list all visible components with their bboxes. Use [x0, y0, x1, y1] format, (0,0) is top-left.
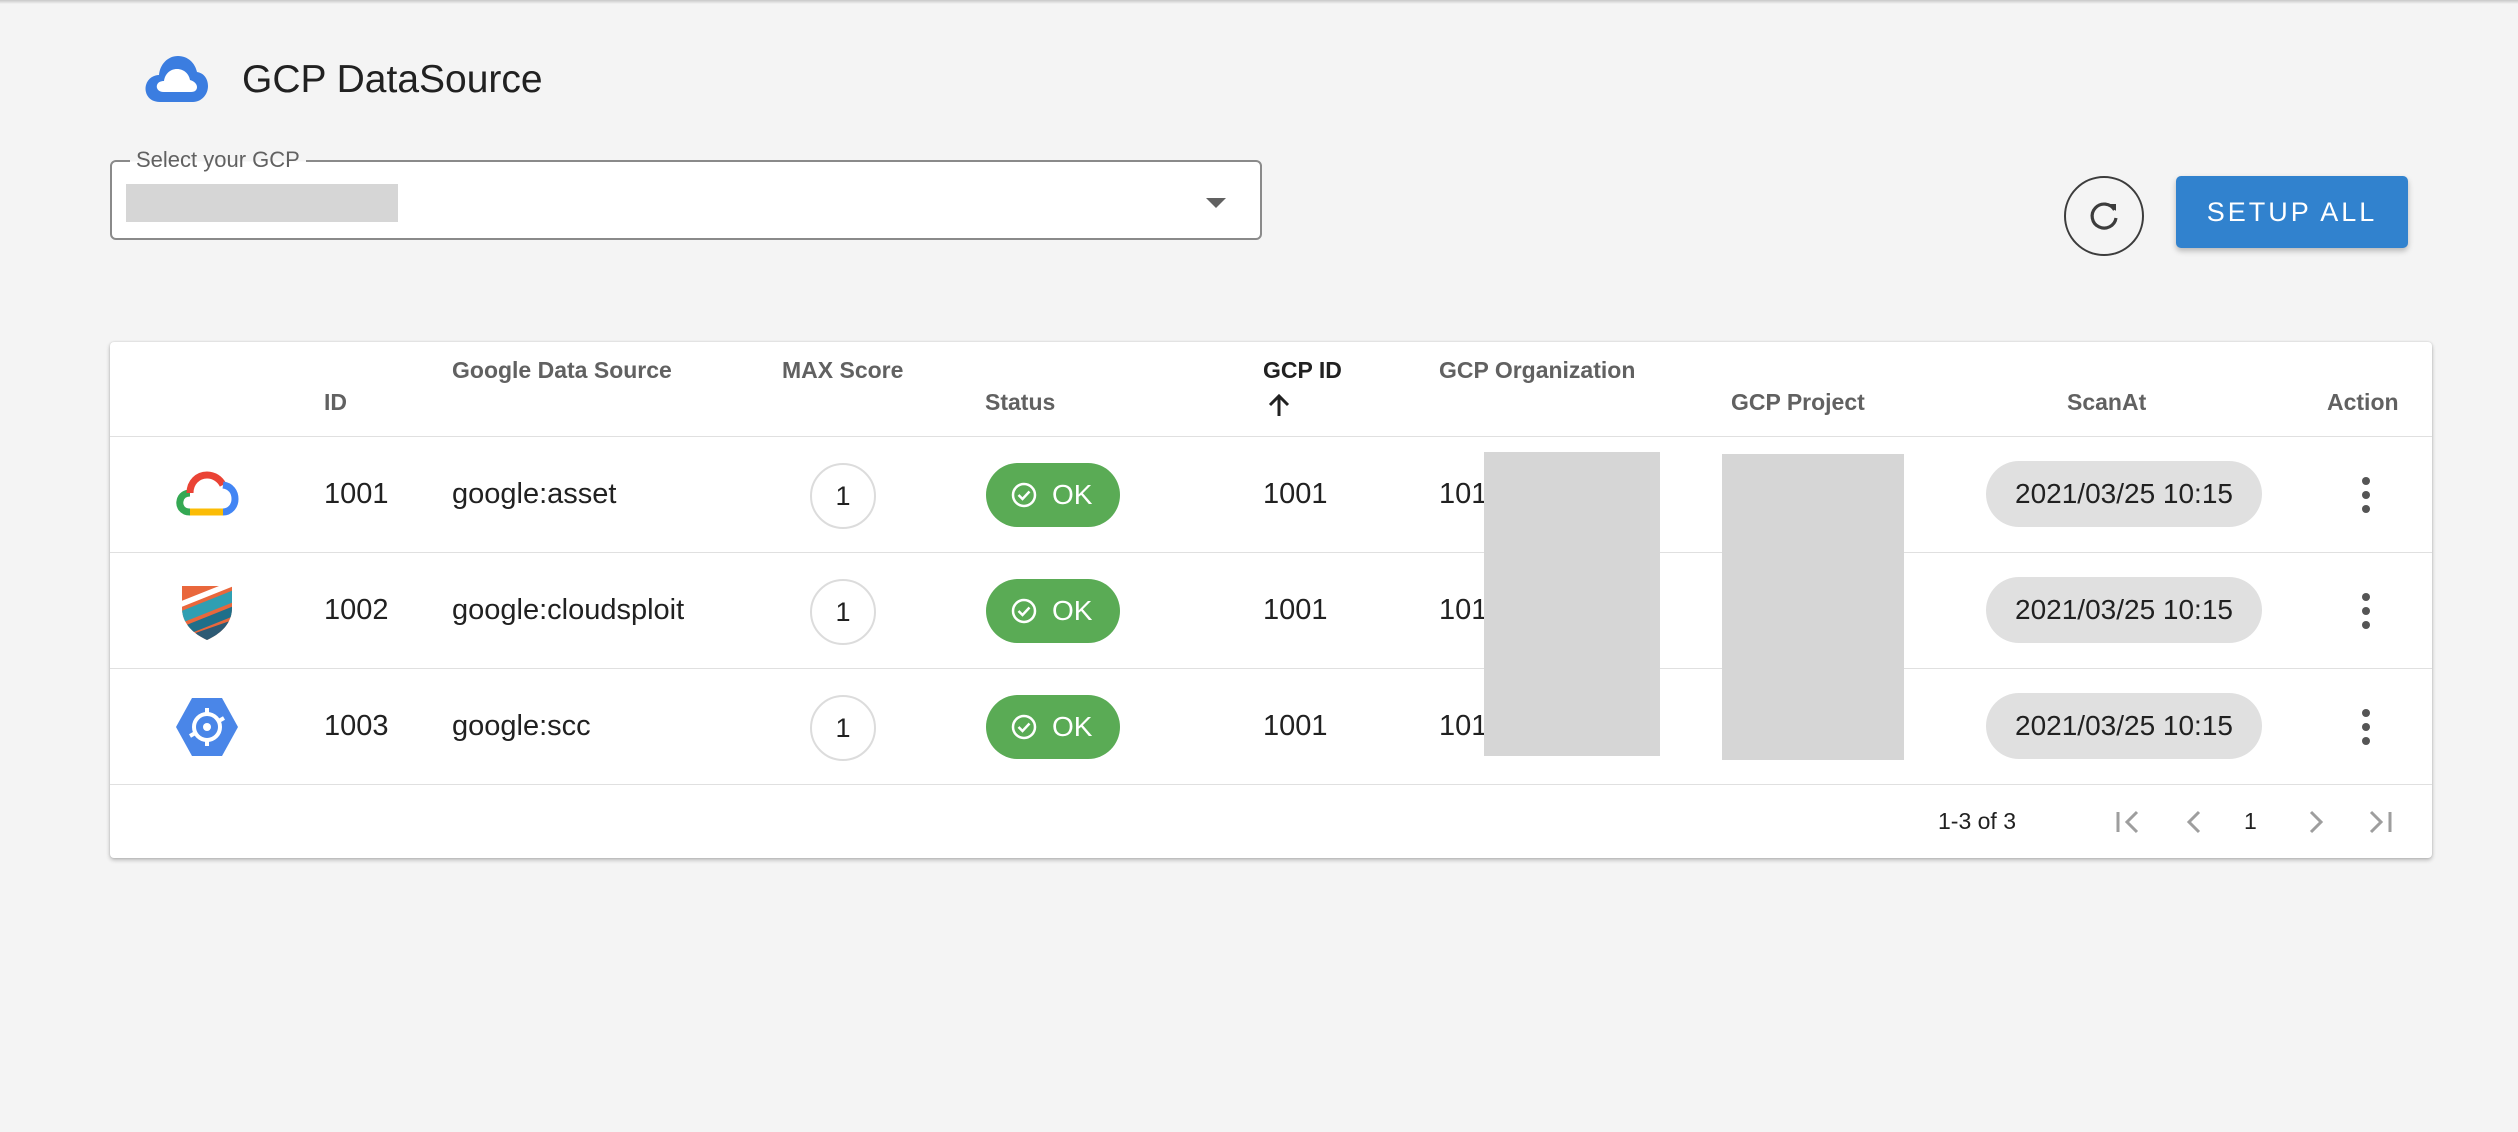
gcp-select-value-redacted: [126, 184, 398, 222]
app-bar-shadow: [0, 0, 2518, 4]
column-header-data-source[interactable]: Google Data Source: [452, 356, 672, 384]
status-badge: OK: [986, 695, 1120, 759]
column-header-action: Action: [2327, 389, 2399, 415]
more-vert-icon[interactable]: [2354, 473, 2378, 517]
scan-at-chip: 2021/03/25 10:15: [1986, 461, 2262, 527]
column-header-id[interactable]: ID: [324, 374, 347, 430]
column-header-gcp-project[interactable]: GCP Project: [1731, 374, 1865, 430]
check-circle-icon: [1011, 598, 1037, 624]
page-title: GCP DataSource: [242, 58, 543, 101]
cell-data-source: google:cloudsploit: [452, 594, 685, 626]
table-row[interactable]: 1002 google:cloudsploit 1 OK 1001 101 20…: [110, 552, 2432, 668]
table-row[interactable]: 1003 google:scc 1 OK 1001 101 2021/03/25…: [110, 668, 2432, 784]
column-header-scan-at[interactable]: ScanAt: [2067, 374, 2146, 430]
cell-gcp-organization: 101: [1439, 478, 1488, 510]
first-page-icon[interactable]: [2108, 802, 2148, 842]
google-cloud-logo-icon: [145, 56, 208, 102]
cell-gcp-organization: 101: [1439, 594, 1488, 626]
previous-page-icon[interactable]: [2174, 802, 2214, 842]
column-header-gcp-id-label: GCP ID: [1263, 357, 1342, 383]
datasource-table: ID Google Data Source MAX Score Status G…: [110, 342, 2432, 858]
cloudsploit-shield-icon: [182, 586, 232, 640]
max-score-badge: 1: [810, 463, 876, 529]
status-badge: OK: [986, 463, 1120, 527]
gcp-select-label: Select your GCP: [130, 147, 306, 173]
cell-gcp-id: 1001: [1263, 594, 1328, 626]
scan-at-chip: 2021/03/25 10:15: [1986, 577, 2262, 643]
cell-gcp-id: 1001: [1263, 710, 1328, 742]
cell-id: 1001: [324, 478, 389, 510]
max-score-badge: 1: [810, 579, 876, 645]
status-label: OK: [1052, 479, 1093, 510]
page-header: GCP DataSource: [140, 44, 543, 116]
more-vert-icon[interactable]: [2354, 705, 2378, 749]
gcp-select[interactable]: Select your GCP: [110, 147, 1262, 240]
status-label: OK: [1052, 711, 1093, 742]
cell-gcp-id: 1001: [1263, 478, 1328, 510]
table-footer-divider: [110, 784, 2432, 785]
more-vert-icon[interactable]: [2354, 589, 2378, 633]
setup-all-button[interactable]: SETUP ALL: [2176, 176, 2408, 248]
scan-at-chip: 2021/03/25 10:15: [1986, 693, 2262, 759]
column-header-status[interactable]: Status: [985, 374, 1055, 430]
check-circle-icon: [1011, 482, 1037, 508]
refresh-button[interactable]: [2064, 176, 2144, 256]
cell-id: 1003: [324, 710, 389, 742]
pagination-range: 1-3 of 3: [1938, 808, 2016, 834]
cell-data-source: google:scc: [452, 710, 591, 742]
status-badge: OK: [986, 579, 1120, 643]
gcp-project-redacted: [1722, 454, 1904, 760]
security-command-center-icon: [176, 698, 238, 756]
gcp-organization-redacted: [1484, 452, 1660, 756]
arrow-up-icon: [1268, 393, 1290, 416]
column-header-gcp-id[interactable]: GCP ID: [1263, 356, 1342, 426]
cell-gcp-organization: 101: [1439, 710, 1488, 742]
status-label: OK: [1052, 595, 1093, 626]
next-page-icon[interactable]: [2296, 802, 2336, 842]
max-score-badge: 1: [810, 695, 876, 761]
check-circle-icon: [1011, 714, 1037, 740]
table-row[interactable]: 1001 google:asset 1 OK 1001 101 2021/03/…: [110, 436, 2432, 552]
column-header-max-score[interactable]: MAX Score: [782, 356, 903, 384]
refresh-icon: [2090, 202, 2118, 230]
column-header-gcp-organization[interactable]: GCP Organization: [1439, 356, 1635, 384]
current-page: 1: [2244, 808, 2257, 834]
cell-id: 1002: [324, 594, 389, 626]
last-page-icon[interactable]: [2360, 802, 2400, 842]
chevron-down-icon[interactable]: [1206, 198, 1226, 208]
google-cloud-icon: [176, 471, 239, 516]
cell-data-source: google:asset: [452, 478, 617, 510]
